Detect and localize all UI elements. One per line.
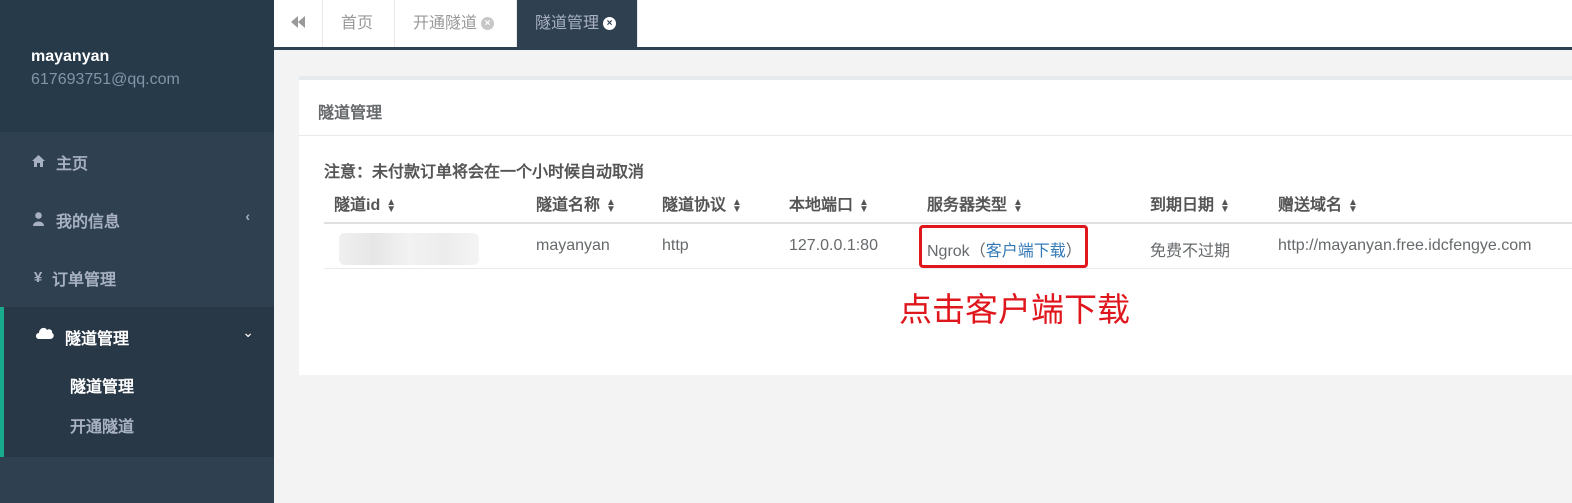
- column-label: 本地端口: [789, 197, 854, 214]
- sort-icon: ▲ ▼: [1013, 196, 1023, 215]
- user-email: 617693751@qq.com: [31, 71, 180, 88]
- highlight-box: [919, 225, 1088, 268]
- chevron-left-icon: ‹: [245, 208, 250, 224]
- column-label: 隧道id: [334, 197, 381, 214]
- tab-home[interactable]: 首页: [323, 0, 395, 47]
- scroll-tabs-left-button[interactable]: [274, 0, 323, 47]
- table-header-divider: [324, 222, 1572, 224]
- subnav-item-open-tunnel[interactable]: 开通隧道: [70, 413, 134, 437]
- nav-item-home[interactable]: 主页: [0, 132, 274, 190]
- cloud-icon: [35, 326, 54, 344]
- sort-icon: ▲ ▼: [732, 196, 742, 215]
- redacted-tunnel-id: [339, 233, 479, 265]
- nav-item-label: 主页: [56, 156, 89, 173]
- close-icon[interactable]: ×: [481, 17, 495, 31]
- tab-tunnel-manage[interactable]: 隧道管理 ×: [517, 0, 638, 47]
- column-label: 隧道协议: [662, 197, 727, 214]
- home-icon: [31, 151, 45, 171]
- tab-label: 开通隧道: [413, 15, 478, 32]
- close-icon[interactable]: ×: [603, 17, 617, 31]
- sort-icon: ▲ ▼: [1348, 196, 1358, 215]
- column-label: 隧道名称: [536, 197, 601, 214]
- nav-item-orders[interactable]: ¥ 订单管理: [0, 248, 274, 306]
- chevron-down-icon: ⌄: [242, 324, 254, 340]
- subnav-item-tunnel-manage[interactable]: 隧道管理: [70, 373, 134, 397]
- yen-icon: ¥: [33, 268, 43, 286]
- tab-bar: 首页 开通隧道 × 隧道管理 ×: [274, 0, 1572, 50]
- table-row-divider: [324, 268, 1572, 269]
- column-header-expiry[interactable]: 到期日期 ▲ ▼: [1150, 191, 1230, 215]
- panel-title: 隧道管理: [318, 105, 383, 122]
- tab-label: 隧道管理: [535, 15, 600, 32]
- column-header-domain[interactable]: 赠送域名 ▲ ▼: [1278, 191, 1358, 215]
- column-label: 赠送域名: [1278, 197, 1343, 214]
- sort-icon: ▲ ▼: [859, 196, 869, 215]
- sort-icon: ▲ ▼: [1220, 196, 1230, 215]
- nav-item-label: 隧道管理: [65, 331, 130, 348]
- cell-protocol: http: [662, 237, 689, 254]
- nav-item-label: 我的信息: [56, 214, 121, 231]
- column-header-name[interactable]: 隧道名称 ▲ ▼: [536, 191, 616, 215]
- notice-text: 注意：未付款订单将会在一个小时候自动取消: [324, 164, 645, 181]
- cell-local-port: 127.0.0.1:80: [789, 237, 878, 254]
- nav-item-tunnels[interactable]: 隧道管理 ⌄ 隧道管理 开通隧道: [0, 307, 274, 457]
- column-header-id[interactable]: 隧道id ▲ ▼: [334, 191, 396, 215]
- column-label: 服务器类型: [927, 197, 1008, 214]
- tab-label: 首页: [341, 15, 374, 32]
- cell-name: mayanyan: [536, 237, 610, 254]
- column-header-local-port[interactable]: 本地端口 ▲ ▼: [789, 191, 869, 215]
- cell-expiry: 免费不过期: [1150, 243, 1231, 260]
- column-label: 到期日期: [1150, 197, 1215, 214]
- tab-open-tunnel[interactable]: 开通隧道 ×: [395, 0, 517, 47]
- cell-domain: http://mayanyan.free.idcfengye.com: [1278, 237, 1532, 254]
- sort-icon: ▲ ▼: [386, 196, 397, 215]
- sidebar: mayanyan 617693751@qq.com 主页 我的信息 ‹ ¥ 订单…: [0, 0, 274, 503]
- double-chevron-left-icon: [291, 15, 305, 33]
- nav-item-my-info[interactable]: 我的信息 ‹: [0, 190, 274, 248]
- annotation-text: 点击客户端下载: [899, 291, 1130, 328]
- nav-item-label: 订单管理: [52, 272, 117, 289]
- column-header-protocol[interactable]: 隧道协议 ▲ ▼: [662, 191, 742, 215]
- user-name[interactable]: mayanyan: [31, 48, 109, 66]
- profile-header: mayanyan 617693751@qq.com: [0, 0, 274, 132]
- user-icon: [31, 209, 45, 229]
- sort-icon: ▲ ▼: [606, 196, 616, 215]
- divider: [299, 135, 1572, 136]
- column-header-server-type[interactable]: 服务器类型 ▲ ▼: [927, 191, 1023, 215]
